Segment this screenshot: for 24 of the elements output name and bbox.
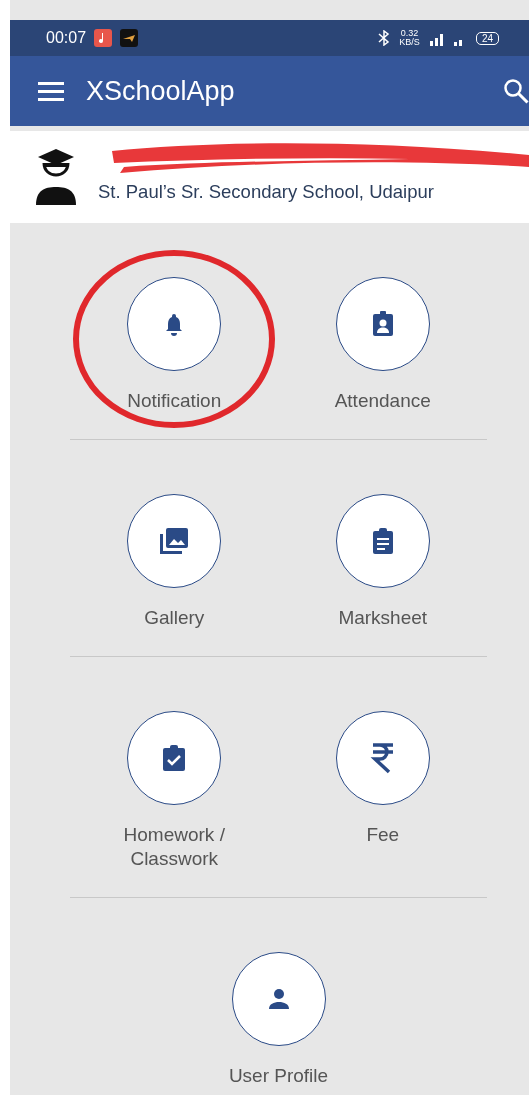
rupee-icon bbox=[369, 742, 396, 774]
airplane-app-icon bbox=[120, 29, 139, 47]
search-icon[interactable] bbox=[503, 78, 529, 104]
menu-label: Marksheet bbox=[338, 606, 428, 630]
image-icon bbox=[160, 528, 189, 554]
menu-label: Gallery bbox=[144, 606, 205, 630]
bluetooth-icon bbox=[377, 30, 392, 46]
task-clipboard-icon bbox=[162, 745, 187, 771]
menu-icon[interactable] bbox=[38, 81, 64, 101]
school-name: St. Paul’s Sr. Secondary School, Udaipur bbox=[98, 181, 434, 203]
student-avatar-icon bbox=[36, 149, 76, 205]
menu-label: Attendance bbox=[334, 389, 431, 413]
menu-label: Fee bbox=[366, 823, 400, 847]
id-badge-icon bbox=[371, 311, 394, 337]
person-icon bbox=[267, 989, 290, 1009]
network-speed: 0.32 KB/S bbox=[399, 29, 420, 47]
app-title: XSchoolApp bbox=[86, 75, 236, 107]
status-time: 00:07 bbox=[46, 29, 87, 47]
clipboard-icon bbox=[371, 528, 394, 554]
menu-label: Notification bbox=[127, 389, 222, 413]
menu-label: User Profile bbox=[228, 1064, 329, 1088]
music-app-icon bbox=[94, 29, 113, 47]
battery-indicator: 24 bbox=[475, 31, 499, 45]
menu-label: Homework / Classwork bbox=[123, 823, 225, 871]
